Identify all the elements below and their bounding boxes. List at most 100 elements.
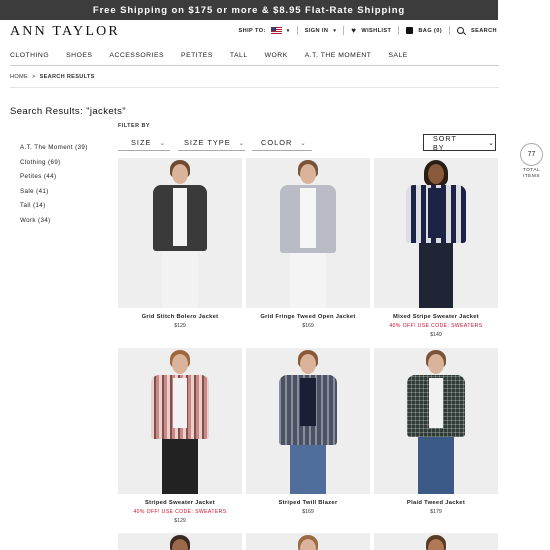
breadcrumb-home[interactable]: HOME (10, 74, 28, 80)
nav-item-petites[interactable]: PETITES (181, 52, 213, 59)
divider (296, 26, 298, 35)
product-pants (290, 253, 326, 308)
model-head (428, 164, 444, 184)
product-pants (290, 445, 326, 494)
product-card[interactable] (374, 533, 498, 550)
product-card[interactable]: Mixed Stripe Sweater Jacket 40% OFF! USE… (374, 158, 498, 338)
product-image[interactable] (246, 533, 370, 550)
color-filter-label: COLOR (261, 138, 293, 147)
model-shirt (300, 188, 316, 248)
facet-item[interactable]: Sale (41) (20, 185, 88, 200)
size-type-filter[interactable]: SIZE TYPE ⌄ (184, 138, 245, 147)
product-image[interactable] (374, 158, 498, 308)
nav-item-shoes[interactable]: SHOES (66, 52, 92, 59)
model-head (172, 354, 188, 374)
size-filter-label: SIZE (131, 138, 152, 147)
model-shirt (173, 188, 187, 246)
search-icon[interactable] (456, 27, 464, 34)
breadcrumb-current: SEARCH RESULTS (39, 74, 95, 80)
utility-nav: SHIP TO: ▾ SIGN IN ▾ ♥ WISHLIST BAG (0) … (239, 26, 497, 35)
chevron-down-icon[interactable]: ▾ (287, 28, 290, 34)
bag-icon[interactable] (406, 27, 414, 34)
chevron-down-icon: ⌄ (159, 139, 166, 147)
chevron-down-icon[interactable]: ▾ (333, 28, 336, 34)
product-price: $169 (302, 323, 314, 329)
color-filter[interactable]: COLOR ⌄ (261, 138, 307, 147)
product-pants (419, 243, 453, 308)
product-price: $179 (430, 509, 442, 515)
product-name[interactable]: Striped Sweater Jacket (118, 500, 242, 506)
product-card[interactable] (118, 533, 242, 550)
product-image[interactable] (118, 348, 242, 494)
total-items-label: TOTAL ITEMS (516, 168, 547, 180)
product-card[interactable]: Plaid Tweed Jacket $179 (374, 348, 498, 515)
model-shirt (429, 378, 443, 428)
filter-underline (178, 150, 245, 151)
page-title: Search Results: "jackets" (10, 106, 127, 117)
product-pants (418, 437, 454, 494)
size-filter[interactable]: SIZE ⌄ (131, 138, 166, 147)
product-name[interactable]: Grid Stitch Bolero Jacket (118, 314, 242, 320)
product-image[interactable] (118, 158, 242, 308)
wishlist-link[interactable]: WISHLIST (361, 28, 391, 34)
model-shirt (173, 378, 187, 428)
brand-logo[interactable]: ANN TAYLOR (10, 24, 120, 40)
nav-item-at-the-moment[interactable]: A.T. THE MOMENT (305, 52, 372, 59)
product-card[interactable]: Striped Sweater Jacket 40% OFF! USE CODE… (118, 348, 242, 524)
model-head (300, 164, 316, 184)
nav-item-sale[interactable]: SALE (388, 52, 407, 59)
sort-by-dropdown[interactable]: SORT BY ⌄ (423, 133, 496, 152)
facet-item[interactable]: Tall (14) (20, 199, 88, 214)
search-link[interactable]: SEARCH (471, 28, 497, 34)
product-price: $129 (174, 323, 186, 329)
model-head (172, 164, 188, 184)
product-image[interactable] (246, 348, 370, 494)
nav-item-tall[interactable]: TALL (230, 52, 248, 59)
product-card[interactable] (246, 533, 370, 550)
product-image[interactable] (246, 158, 370, 308)
promo-code-text: 40% OFF! USE CODE: SWEATERS (389, 323, 483, 329)
sign-in-link[interactable]: SIGN IN (305, 28, 329, 34)
model-head (428, 354, 444, 374)
product-card[interactable]: Grid Fringe Tweed Open Jacket $169 (246, 158, 370, 329)
product-card[interactable]: Striped Twill Blazer $169 (246, 348, 370, 515)
sort-by-label: SORT BY (433, 133, 457, 152)
product-image[interactable] (374, 533, 498, 550)
product-name[interactable]: Striped Twill Blazer (246, 500, 370, 506)
promo-code-text: 40% OFF! USE CODE: SWEATERS (133, 509, 227, 515)
divider (398, 26, 400, 35)
model-shirt (300, 378, 316, 426)
facet-item[interactable]: A.T. The Moment (39) (20, 141, 88, 156)
bag-link[interactable]: BAG (0) (418, 28, 442, 34)
category-facets: A.T. The Moment (39) Clothing (69) Petit… (20, 141, 88, 229)
product-name[interactable]: Grid Fringe Tweed Open Jacket (246, 314, 370, 320)
product-name[interactable]: Mixed Stripe Sweater Jacket (374, 314, 498, 320)
heart-icon[interactable]: ♥ (351, 26, 356, 35)
us-flag-icon[interactable] (270, 27, 282, 34)
product-name[interactable]: Plaid Tweed Jacket (374, 500, 498, 506)
facet-item[interactable]: Petites (44) (20, 170, 88, 185)
size-type-filter-label: SIZE TYPE (184, 138, 231, 147)
product-price: $129 (174, 518, 186, 524)
filter-underline (252, 150, 312, 151)
product-image[interactable] (374, 348, 498, 494)
promo-banner[interactable]: Free Shipping on $175 or more & $8.95 Fl… (0, 0, 498, 20)
total-items-badge: 77 (520, 143, 543, 166)
nav-item-accessories[interactable]: ACCESSORIES (109, 52, 164, 59)
facet-item[interactable]: Clothing (69) (20, 156, 88, 171)
product-image[interactable] (118, 533, 242, 550)
facet-item[interactable]: Work (34) (20, 214, 88, 229)
nav-item-work[interactable]: WORK (265, 52, 288, 59)
main-nav: CLOTHING SHOES ACCESSORIES PETITES TALL … (10, 52, 425, 59)
chevron-down-icon: ⌄ (238, 139, 246, 147)
breadcrumb-separator: > (31, 74, 36, 80)
chevron-down-icon: ⌄ (300, 139, 307, 147)
nav-divider (10, 65, 499, 66)
divider (343, 26, 345, 35)
product-card[interactable]: Grid Stitch Bolero Jacket $129 (118, 158, 242, 329)
nav-item-clothing[interactable]: CLOTHING (10, 52, 49, 59)
breadcrumb-divider (10, 87, 499, 88)
product-pants (162, 251, 198, 308)
product-pants (162, 439, 198, 494)
model-shirt (428, 188, 444, 238)
